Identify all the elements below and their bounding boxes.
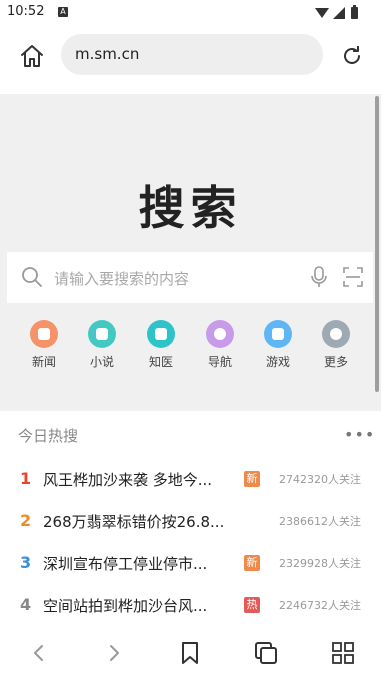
menu-grid-icon[interactable] [330, 640, 356, 666]
hot-rank: 1 [20, 469, 32, 488]
wifi-icon [315, 8, 329, 18]
tabs-icon[interactable] [253, 640, 279, 666]
quick-link-label: 导航 [207, 355, 232, 369]
hot-count: 2246732人关注 [279, 599, 361, 612]
status-time: 10:52 [7, 4, 45, 19]
hot-search-item[interactable]: 1 风王桦加沙来袭 多地今... 新 2742320人关注 [0, 459, 381, 499]
hot-rank: 3 [20, 553, 32, 572]
back-icon[interactable] [26, 640, 52, 666]
hot-rank: 4 [20, 595, 32, 614]
hot-title: 深圳宣布停工停业停市... [43, 555, 208, 573]
quick-link-more[interactable]: 更多 [311, 320, 361, 370]
search-placeholder: 请输入要搜索的内容 [54, 270, 190, 288]
forward-icon[interactable] [101, 640, 127, 666]
search-logo: 搜索 [138, 181, 243, 235]
quick-link-label: 新闻 [31, 355, 56, 369]
microphone-icon[interactable] [311, 266, 327, 288]
status-icons [313, 5, 363, 25]
hot-search-section: 今日热搜 ••• 1 风王桦加沙来袭 多地今... 新 2742320人关注 2… [0, 411, 381, 636]
news-icon [30, 320, 58, 348]
novel-icon [88, 320, 116, 348]
notification-icon: A [58, 7, 68, 17]
scan-icon[interactable] [343, 267, 363, 287]
hot-rank: 2 [20, 511, 32, 530]
hot-count: 2329928人关注 [279, 557, 361, 570]
quick-link-navigation[interactable]: 导航 [195, 320, 245, 370]
reload-icon[interactable] [340, 44, 364, 68]
browser-toolbar: m.sm.cn [0, 26, 381, 94]
battery-icon [351, 7, 358, 19]
search-input[interactable]: 请输入要搜索的内容 [7, 252, 373, 303]
more-icon [322, 320, 350, 348]
quick-link-label: 知医 [148, 355, 173, 369]
bookmark-icon[interactable] [177, 640, 203, 666]
hot-search-item[interactable]: 3 深圳宣布停工停业停市... 新 2329928人关注 [0, 543, 381, 583]
search-home-page: 搜索 请输入要搜索的内容 新闻 小说 知医 导航 游戏 更多 [0, 94, 381, 411]
quick-link-game[interactable]: 游戏 [253, 320, 303, 370]
more-options-icon[interactable]: ••• [344, 425, 375, 444]
hot-badge: 热 [244, 597, 260, 613]
signal-battery-icons [315, 5, 358, 19]
quick-link-news[interactable]: 新闻 [19, 320, 69, 370]
hot-count: 2386612人关注 [279, 515, 361, 528]
cell-signal-icon [333, 7, 345, 19]
navigation-icon [206, 320, 234, 348]
quick-links: 新闻 小说 知医 导航 游戏 更多 [0, 320, 381, 380]
quick-link-novel[interactable]: 小说 [77, 320, 127, 370]
hot-title: 空间站拍到桦加沙台风... [43, 597, 208, 615]
quick-link-medical[interactable]: 知医 [136, 320, 186, 370]
search-icon [22, 267, 42, 287]
quick-link-label: 小说 [89, 355, 114, 369]
hot-title: 268万翡翠标错价按26.8... [43, 513, 225, 531]
hot-count: 2742320人关注 [279, 473, 361, 486]
status-bar: 10:52 A [0, 0, 381, 26]
hot-search-title: 今日热搜 [18, 427, 79, 445]
quick-link-label: 游戏 [265, 355, 290, 369]
medical-icon [147, 320, 175, 348]
url-text: m.sm.cn [75, 45, 140, 63]
new-badge: 新 [244, 471, 260, 487]
address-bar[interactable]: m.sm.cn [61, 34, 323, 75]
game-icon [264, 320, 292, 348]
new-badge: 新 [244, 555, 260, 571]
hot-search-item[interactable]: 4 空间站拍到桦加沙台风... 热 2246732人关注 [0, 585, 381, 625]
hot-search-item[interactable]: 2 268万翡翠标错价按26.8... 2386612人关注 [0, 501, 381, 541]
home-icon[interactable] [18, 42, 46, 70]
bottom-navigation [0, 630, 381, 677]
hot-title: 风王桦加沙来袭 多地今... [43, 471, 213, 489]
quick-link-label: 更多 [323, 355, 348, 369]
